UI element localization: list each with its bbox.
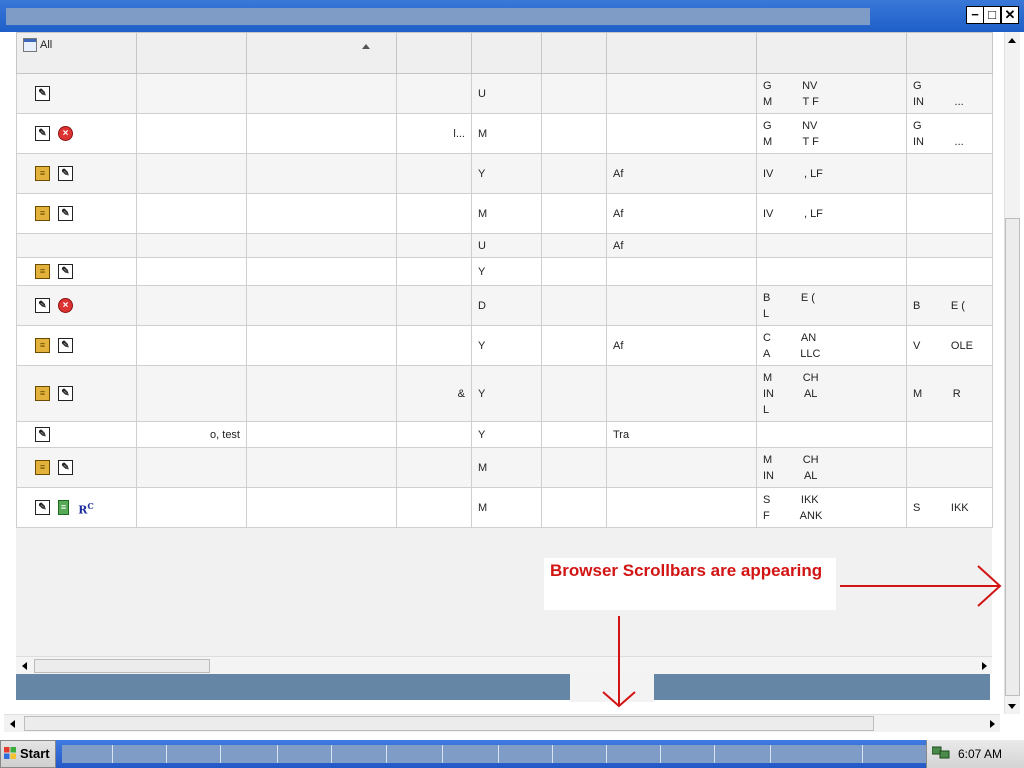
taskbar-separator — [606, 745, 607, 763]
taskbar-separator — [660, 745, 661, 763]
taskbar-separator — [442, 745, 443, 763]
taskbar-separator — [277, 745, 278, 763]
taskbar-separator — [386, 745, 387, 763]
taskbar-items[interactable] — [62, 745, 928, 763]
taskbar-separator — [220, 745, 221, 763]
taskbar-separator — [166, 745, 167, 763]
taskbar-separator — [862, 745, 863, 763]
start-label: Start — [20, 746, 50, 761]
taskbar-separator — [112, 745, 113, 763]
taskbar-separator — [770, 745, 771, 763]
network-icon[interactable] — [932, 746, 950, 760]
taskbar-separator — [331, 745, 332, 763]
taskbar-separator — [714, 745, 715, 763]
annotation-arrows — [602, 565, 1002, 708]
clock[interactable]: 6:07 AM — [958, 747, 1002, 761]
taskbar-separator — [498, 745, 499, 763]
windows-logo-icon — [4, 747, 16, 759]
taskbar-separator — [552, 745, 553, 763]
